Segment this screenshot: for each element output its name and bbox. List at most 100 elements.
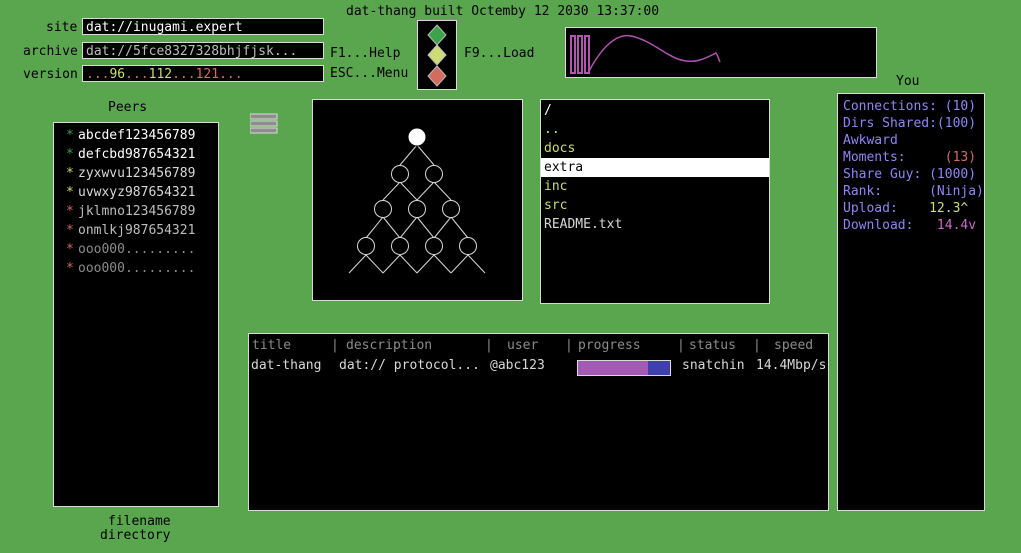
peer-item[interactable]: * ooo000......... xyxy=(66,259,218,278)
row-user: @abc123 xyxy=(490,358,545,373)
stat-label: Moments: xyxy=(843,150,945,165)
peers-title: Peers xyxy=(108,100,148,115)
archive-field[interactable]: dat://5fce8327328bhjfjsk... xyxy=(82,42,324,59)
col-progress-header: progress xyxy=(578,338,641,353)
peer-item[interactable]: * abcdef123456789 xyxy=(66,126,218,145)
stat-value: 12.3^ xyxy=(929,201,969,216)
peer-name: zyxwvu123456789 xyxy=(78,166,196,181)
directory-label: directory xyxy=(100,528,171,543)
file-browser: /.. docs extra inc src README.txt xyxy=(540,99,770,304)
version-field[interactable]: ...96...112...121... xyxy=(82,65,324,82)
version-sep: ... xyxy=(86,67,110,82)
stat-value: (1000) xyxy=(929,167,977,182)
col-user-header: user xyxy=(507,338,538,353)
file-entry[interactable]: src xyxy=(541,196,769,215)
peer-name: uvwxyz987654321 xyxy=(78,185,196,200)
peer-item[interactable]: * uvwxyz987654321 xyxy=(66,183,218,202)
row-description: dat:// protocol... xyxy=(339,358,480,373)
tree-node[interactable] xyxy=(459,237,477,255)
tree-node[interactable] xyxy=(408,200,426,218)
peer-item[interactable]: * zyxwvu123456789 xyxy=(66,164,218,183)
help-shortcut[interactable]: F1...Help xyxy=(330,46,400,61)
file-list: /.. docs extra inc src README.txt xyxy=(541,101,769,234)
file-entry[interactable]: / xyxy=(541,101,769,120)
file-entry[interactable]: extra xyxy=(541,158,769,177)
header-text: user xyxy=(507,338,539,353)
tree-node[interactable] xyxy=(357,237,375,255)
peer-status-icon: * xyxy=(66,242,74,257)
status-red-icon xyxy=(427,65,447,87)
archive-label: archive xyxy=(23,44,78,59)
header-text: description xyxy=(346,338,433,353)
you-panel: Connections: (10) Dirs Shared:(100) Awkw… xyxy=(837,93,985,511)
peer-item[interactable]: * ooo000......... xyxy=(66,240,218,259)
tree-node[interactable] xyxy=(425,237,443,255)
stack-icon-svg xyxy=(249,113,278,134)
file-entry[interactable]: .. xyxy=(541,120,769,139)
app-title: dat-thang built Octemby 12 2030 13:37:00 xyxy=(346,4,660,19)
version-96: 96 xyxy=(109,67,126,82)
version-sep: ... xyxy=(172,67,196,82)
network-tree-svg xyxy=(348,127,486,274)
col-title-header: title xyxy=(252,338,291,353)
tree-node[interactable] xyxy=(442,200,460,218)
peer-status-icon: * xyxy=(66,166,74,181)
version-121: 121 xyxy=(195,67,220,82)
header-sep: | xyxy=(565,338,573,353)
peer-item[interactable]: * jklmno123456789 xyxy=(66,202,218,221)
stat-dirs-shared: Dirs Shared:(100) xyxy=(843,115,979,132)
stat-value: (100) xyxy=(936,116,977,131)
activity-wave xyxy=(587,34,721,74)
bars-icon xyxy=(570,35,590,74)
tree-node[interactable] xyxy=(407,127,427,147)
header-text: title xyxy=(252,338,292,353)
peer-item[interactable]: * onmlkj987654321 xyxy=(66,221,218,240)
peer-status-icon: * xyxy=(66,128,74,143)
file-entry[interactable]: inc xyxy=(541,177,769,196)
activity-graph xyxy=(565,27,877,78)
tree-node[interactable] xyxy=(391,237,409,255)
file-entry[interactable]: README.txt xyxy=(541,215,769,234)
col-status-header: status xyxy=(689,338,736,353)
load-shortcut[interactable]: F9...Load xyxy=(464,46,534,61)
file-entry[interactable]: docs xyxy=(541,139,769,158)
status-green-icon xyxy=(427,24,447,46)
stat-value: (13) xyxy=(944,150,977,165)
transfer-row[interactable]: dat-thang dat:// protocol... @abc123 sna… xyxy=(249,358,828,378)
network-tree-panel xyxy=(312,99,523,301)
row-title: dat-thang xyxy=(251,358,322,373)
activity-wave-svg xyxy=(570,34,721,74)
row-status: snatchin xyxy=(682,358,745,373)
filename-label: filename xyxy=(108,514,171,529)
tree-nodes xyxy=(357,127,477,255)
site-label: site xyxy=(46,20,78,35)
peer-name: ooo000......... xyxy=(78,261,196,276)
site-field[interactable]: dat://inugami.expert xyxy=(82,18,324,35)
tree-node[interactable] xyxy=(425,165,443,183)
status-lights-svg xyxy=(427,24,447,87)
menu-shortcut[interactable]: ESC...Menu xyxy=(330,66,408,81)
stat-label: Connections: xyxy=(843,99,945,114)
row-speed: 14.4Mbp/s xyxy=(756,358,827,373)
stack-icon[interactable] xyxy=(249,113,278,139)
peer-status-icon: * xyxy=(66,223,74,238)
header-sep: | xyxy=(753,338,761,353)
status-yellow-icon xyxy=(427,44,447,66)
transfers-panel: title | description | user | progress | … xyxy=(248,333,829,511)
you-title: You xyxy=(896,74,920,89)
header-sep: | xyxy=(485,338,493,353)
col-description-header: description xyxy=(346,338,432,353)
col-speed-header: speed xyxy=(774,338,813,353)
tree-node[interactable] xyxy=(374,200,392,218)
peer-name: abcdef123456789 xyxy=(78,128,196,143)
header-sep: | xyxy=(331,338,339,353)
peer-item[interactable]: * defcbd987654321 xyxy=(66,145,218,164)
peer-status-icon: * xyxy=(66,261,74,276)
stat-value: 14.4v xyxy=(936,218,977,233)
stat-value: (Ninja) xyxy=(929,184,984,199)
stat-download: Download: 14.4v xyxy=(843,217,979,234)
tree-node[interactable] xyxy=(391,165,409,183)
peers-panel: * abcdef123456789 * defcbd987654321 * zyxwvu1… xyxy=(53,122,219,507)
stat-value: (10) xyxy=(944,99,977,114)
header-text: speed xyxy=(774,338,814,353)
